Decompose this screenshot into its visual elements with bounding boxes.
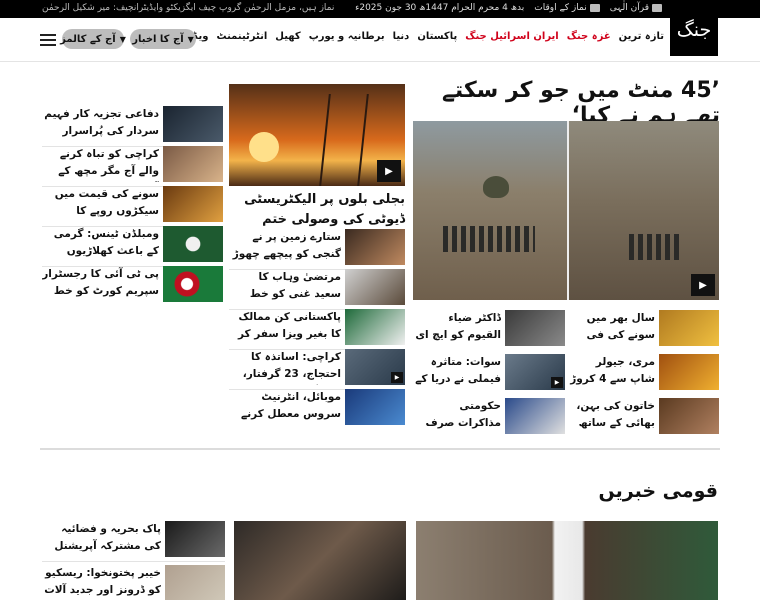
headline[interactable]: مری، جیولر شاپ سے 4 کروڑ کی زیوارت کے...: [569, 354, 655, 390]
list-item[interactable]: ▶ سوات: متاثرہ فیملی نے دریا کے کنارے ج..…: [413, 354, 565, 392]
thumbnail[interactable]: [659, 354, 719, 390]
headline[interactable]: موبائل، انٹرنیٹ سروس معطل کرنے کی درخواس…: [229, 389, 341, 425]
thumbnail[interactable]: [345, 389, 405, 425]
qaumi-image-handcuffs[interactable]: [234, 521, 406, 600]
hamburger-menu-icon[interactable]: [40, 34, 56, 46]
thumbnail[interactable]: [163, 266, 223, 302]
list-item[interactable]: موبائل، انٹرنیٹ سروس معطل کرنے کی درخواس…: [229, 389, 405, 427]
nav-link[interactable]: پاکستان: [417, 31, 457, 42]
list-item[interactable]: دفاعی تجزیہ کار فہیم سردار کی پُراسرار م…: [42, 106, 223, 144]
headline[interactable]: ستارے زمین پر نے گنجی کو پیچھے چھوڑ دیا،…: [229, 229, 341, 265]
main-nav: تازہ ترین غزہ جنگ ایران اسرائیل جنگ پاکستان…: [0, 18, 760, 62]
lead-image[interactable]: ▶: [413, 121, 719, 300]
date-text: بدھ 4 محرم الحرام 1447ھ 30 جون 2025ء: [355, 3, 525, 13]
list-item[interactable]: مرتضیٰ وہاب کا سعید غنی کو خط: [229, 269, 405, 307]
list-item[interactable]: پی ٹی آئی کا رجسٹرار سپریم کورٹ کو خط: [42, 266, 223, 304]
headline[interactable]: خاتون کی بہن، بھائی کے ساتھ ملکر سسرا...: [569, 398, 655, 434]
play-icon[interactable]: ▶: [551, 377, 563, 388]
headline[interactable]: کراچی کو تباہ کرنے والے آج مگر مچھ کے آن…: [42, 146, 159, 182]
thumbnail[interactable]: [165, 565, 225, 600]
thumbnail[interactable]: [505, 310, 565, 346]
nav-link[interactable]: ایران اسرائیل جنگ: [465, 31, 559, 42]
qaumi-image-lead[interactable]: [416, 521, 718, 600]
thumbnail[interactable]: [165, 521, 225, 557]
prayer-times-link[interactable]: نماز کے اوقات: [534, 3, 600, 13]
list-item[interactable]: ▶ کراچی: اساتذہ کا احتجاج، 23 گرفتار، شیل…: [229, 349, 405, 387]
thumbnail[interactable]: [345, 269, 405, 305]
top-bar-right: قرآن الٰہی نماز کے اوقات بدھ 4 محرم الحر…: [355, 3, 662, 13]
headline[interactable]: پی ٹی آئی کا رجسٹرار سپریم کورٹ کو خط: [42, 266, 159, 302]
list-item[interactable]: سونے کی قیمت میں سیکڑوں روپے کا اضافہ: [42, 186, 223, 224]
nav-link[interactable]: انٹرٹینمنٹ: [217, 31, 268, 42]
nav-link[interactable]: غزہ جنگ: [567, 31, 611, 42]
list-item[interactable]: ستارے زمین پر نے گنجی کو پیچھے چھوڑ دیا،…: [229, 229, 405, 267]
list-item[interactable]: خیبر پختونخوا: ریسکیو کو ڈرونز اور جدید …: [42, 565, 225, 600]
top-bar: نماز ہیں، مزمل الرحمٰن گروپ چیف ایگزیکٹو…: [0, 0, 760, 18]
headline[interactable]: سال بھر میں سونے کی فی تولہ قیمت میں...: [569, 310, 655, 346]
list-item[interactable]: پاک بحریہ و فضائیہ کی مشترکہ آپریشنل مشق…: [42, 521, 225, 559]
thumbnail[interactable]: [505, 398, 565, 434]
thumbnail[interactable]: ▶: [345, 349, 405, 385]
headline[interactable]: ڈاکٹر ضیاء القیوم کو ایچ ای سی میں داخ..…: [413, 310, 501, 346]
list-item[interactable]: حکومتی مذاکرات صرف دکھاوے کیلئے...: [413, 398, 565, 436]
quran-link[interactable]: قرآن الٰہی: [610, 3, 662, 13]
quran-icon: [652, 3, 662, 12]
headline[interactable]: پاکستانی کن ممالک کا بغیر ویزا سفر کر سک…: [229, 309, 341, 345]
thumbnail[interactable]: [163, 106, 223, 142]
editor-credit: نماز ہیں، مزمل الرحمٰن گروپ چیف ایگزیکٹو…: [42, 3, 335, 13]
section-divider: [40, 448, 720, 450]
list-item[interactable]: ڈاکٹر ضیاء القیوم کو ایچ ای سی میں داخ..…: [413, 310, 565, 348]
jang-logo[interactable]: جنگ: [670, 4, 718, 56]
headline[interactable]: ومبلڈن ٹینس: گرمی کے باعث کھلاڑیوں کیلئے…: [42, 226, 159, 262]
play-icon[interactable]: ▶: [391, 372, 403, 383]
flood-image-left: [413, 121, 567, 300]
columns-dropdown[interactable]: آج کے کالمز ▼: [60, 29, 126, 49]
play-icon[interactable]: ▶: [377, 160, 401, 182]
headline[interactable]: حکومتی مذاکرات صرف دکھاوے کیلئے...: [413, 398, 501, 434]
thumbnail[interactable]: [345, 309, 405, 345]
feature-headline[interactable]: بجلی بلوں پر الیکٹریسٹی ڈیوٹی کی وصولی خ…: [229, 190, 405, 230]
thumbnail[interactable]: [163, 146, 223, 182]
list-item[interactable]: سال بھر میں سونے کی فی تولہ قیمت میں...: [569, 310, 719, 348]
list-item[interactable]: پاکستانی کن ممالک کا بغیر ویزا سفر کر سک…: [229, 309, 405, 347]
nav-link[interactable]: تازہ ترین: [619, 31, 664, 42]
headline[interactable]: مرتضیٰ وہاب کا سعید غنی کو خط: [229, 269, 341, 305]
headline[interactable]: خیبر پختونخوا: ریسکیو کو ڈرونز اور جدید …: [42, 565, 161, 600]
chevron-down-icon: ▼: [187, 34, 194, 44]
headline[interactable]: کراچی: اساتذہ کا احتجاج، 23 گرفتار، شیلن…: [229, 349, 341, 385]
thumbnail[interactable]: [659, 398, 719, 434]
thumbnail[interactable]: [163, 226, 223, 262]
mosque-icon: [589, 3, 600, 12]
list-item[interactable]: کراچی کو تباہ کرنے والے آج مگر مچھ کے آن…: [42, 146, 223, 184]
thumbnail[interactable]: [163, 186, 223, 222]
thumbnail[interactable]: [659, 310, 719, 346]
headline[interactable]: سونے کی قیمت میں سیکڑوں روپے کا اضافہ: [42, 186, 159, 222]
play-icon[interactable]: ▶: [691, 274, 715, 296]
headline[interactable]: سوات: متاثرہ فیملی نے دریا کے کنارے ج...: [413, 354, 501, 390]
list-item[interactable]: ومبلڈن ٹینس: گرمی کے باعث کھلاڑیوں کیلئے…: [42, 226, 223, 264]
nav-link[interactable]: برطانیہ و یورپ: [309, 31, 385, 42]
electricity-image[interactable]: ▶: [229, 84, 405, 186]
chevron-down-icon: ▼: [119, 34, 126, 44]
list-item[interactable]: مری، جیولر شاپ سے 4 کروڑ کی زیوارت کے...: [569, 354, 719, 392]
list-item[interactable]: خاتون کی بہن، بھائی کے ساتھ ملکر سسرا...: [569, 398, 719, 436]
qaumi-section-title[interactable]: قومی خبریں: [599, 480, 718, 502]
headline[interactable]: دفاعی تجزیہ کار فہیم سردار کی پُراسرار م…: [42, 106, 159, 142]
thumbnail[interactable]: [345, 229, 405, 265]
thumbnail[interactable]: ▶: [505, 354, 565, 390]
nav-link[interactable]: دنیا: [393, 31, 410, 42]
today-paper-dropdown[interactable]: آج کا اخبار ▼: [130, 29, 196, 49]
nav-link[interactable]: کھیل: [275, 31, 300, 42]
headline[interactable]: پاک بحریہ و فضائیہ کی مشترکہ آپریشنل مشق…: [42, 521, 161, 557]
